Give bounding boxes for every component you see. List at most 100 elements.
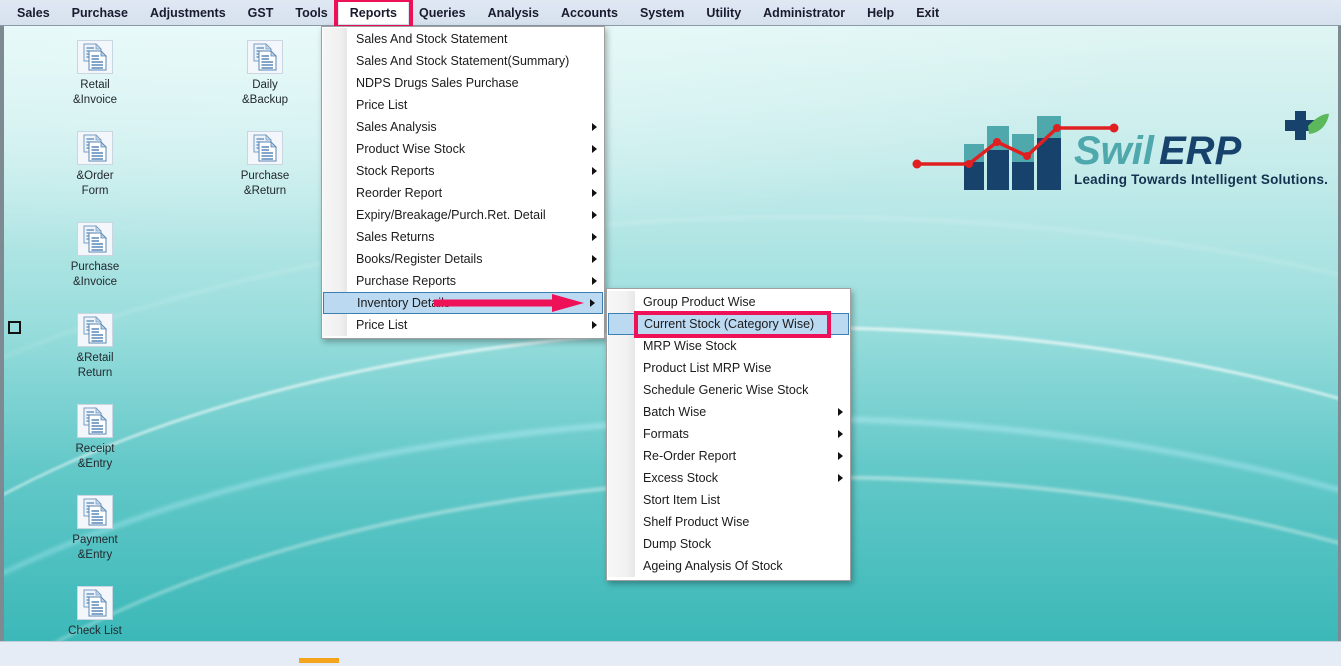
menubar-item-label: Adjustments xyxy=(149,5,226,20)
reports-menu-item-label: Inventory Details xyxy=(357,296,451,310)
inventory-submenu-item-formats[interactable]: Formats xyxy=(607,423,850,445)
inventory-submenu-item-label: Excess Stock xyxy=(643,471,719,485)
inventory-submenu-item-stort-item-list[interactable]: Stort Item List xyxy=(607,489,850,511)
chevron-right-icon xyxy=(592,277,597,285)
inventory-submenu-item-current-stock-category-wise[interactable]: Current Stock (Category Wise) xyxy=(608,311,849,338)
reports-menu-item-reorder-report[interactable]: Reorder Report xyxy=(322,182,604,204)
document-icon xyxy=(219,131,311,165)
inventory-submenu-item-mrp-wise-stock[interactable]: MRP Wise Stock xyxy=(607,335,850,357)
inventory-submenu-item-dump-stock[interactable]: Dump Stock xyxy=(607,533,850,555)
reports-menu-item-sales-analysis[interactable]: Sales Analysis xyxy=(322,116,604,138)
desktop-icon-order-form[interactable]: &Order Form xyxy=(49,131,141,199)
desktop-icon-label: Retail &Invoice xyxy=(72,79,118,106)
menubar-item-accounts[interactable]: Accounts xyxy=(550,2,629,24)
svg-text:Swil: Swil xyxy=(1074,129,1155,173)
reports-menu-item-label: Purchase Reports xyxy=(356,274,457,288)
inventory-submenu-item-re-order-report[interactable]: Re-Order Report xyxy=(607,445,850,467)
reports-menu-item-expiry-breakage-purch-ret-detail[interactable]: Expiry/Breakage/Purch.Ret. Detail xyxy=(322,204,604,226)
desktop-icon-label: &Order Form xyxy=(76,170,114,197)
reports-menu-item-price-list[interactable]: Price List xyxy=(322,94,604,116)
reports-menu-item-product-wise-stock[interactable]: Product Wise Stock xyxy=(322,138,604,160)
svg-text:ERP: ERP xyxy=(1159,129,1242,173)
reports-menu-item-sales-and-stock-statement-summary[interactable]: Sales And Stock Statement(Summary) xyxy=(322,50,604,72)
reports-menu-item-label: Price List xyxy=(356,98,408,112)
desktop-icon-check-list[interactable]: Check List xyxy=(49,586,141,639)
reports-menu-item-label: Sales And Stock Statement(Summary) xyxy=(356,54,570,68)
inventory-submenu-item-label: Re-Order Report xyxy=(643,449,737,463)
menubar-item-sales[interactable]: Sales xyxy=(6,2,61,24)
menubar-item-label: GST xyxy=(247,5,274,20)
reports-menu-item-label: Expiry/Breakage/Purch.Ret. Detail xyxy=(356,208,546,222)
document-icon xyxy=(49,40,141,74)
panel-collapse-handle[interactable] xyxy=(8,321,21,334)
menubar-item-analysis[interactable]: Analysis xyxy=(477,2,550,24)
reports-menu-item-sales-returns[interactable]: Sales Returns xyxy=(322,226,604,248)
menubar-item-label: Help xyxy=(867,5,895,20)
chevron-right-icon xyxy=(838,430,843,438)
reports-menu-item-purchase-reports[interactable]: Purchase Reports xyxy=(322,270,604,292)
desktop-icon-daily-backup[interactable]: Daily &Backup xyxy=(219,40,311,108)
menubar-item-gst[interactable]: GST xyxy=(237,2,285,24)
chevron-right-icon xyxy=(592,189,597,197)
reports-menu-item-label: Price List xyxy=(356,318,408,332)
desktop-icon-retail-return[interactable]: &Retail Return xyxy=(49,313,141,381)
inventory-submenu-item-label: MRP Wise Stock xyxy=(643,339,737,353)
desktop-icon-purchase-invoice[interactable]: Purchase &Invoice xyxy=(49,222,141,290)
desktop-icon-receipt-entry[interactable]: Receipt &Entry xyxy=(49,404,141,472)
main-menu-bar: Sales Purchase Adjustments GST Tools Reports Q… xyxy=(0,0,1341,29)
reports-menu-item-price-list[interactable]: Price List xyxy=(322,314,604,336)
reports-menu-item-sales-and-stock-statement[interactable]: Sales And Stock Statement xyxy=(322,28,604,50)
menubar-item-tools[interactable]: Tools xyxy=(284,2,338,24)
reports-menu-item-inventory-details[interactable]: Inventory Details xyxy=(323,292,603,314)
menubar-item-purchase[interactable]: Purchase xyxy=(61,2,139,24)
inventory-submenu-item-group-product-wise[interactable]: Group Product Wise xyxy=(607,291,850,313)
inventory-submenu-item-ageing-analysis-of-stock[interactable]: Ageing Analysis Of Stock xyxy=(607,555,850,577)
chevron-right-icon xyxy=(592,145,597,153)
menubar-item-adjustments[interactable]: Adjustments xyxy=(139,2,237,24)
swilerp-logo: Swil ERP Leading Towards Intelligent Sol… xyxy=(909,104,1329,204)
inventory-submenu-item-label: Ageing Analysis Of Stock xyxy=(643,559,783,573)
desktop-icon-payment-entry[interactable]: Payment &Entry xyxy=(49,495,141,563)
desktop-icon-label: Purchase &Return xyxy=(240,170,290,197)
menubar-item-label: Reports xyxy=(349,5,397,20)
inventory-submenu-item-batch-wise[interactable]: Batch Wise xyxy=(607,401,850,423)
reports-menu-item-label: Stock Reports xyxy=(356,164,435,178)
menubar-item-label: Tools xyxy=(295,5,328,20)
inventory-submenu-item-excess-stock[interactable]: Excess Stock xyxy=(607,467,850,489)
desktop-icon-purchase-return[interactable]: Purchase &Return xyxy=(219,131,311,199)
inventory-submenu-item-label: Shelf Product Wise xyxy=(643,515,750,529)
desktop-icon-label: Daily &Backup xyxy=(241,79,289,106)
inventory-submenu-item-label: Current Stock (Category Wise) xyxy=(644,317,815,331)
desktop-icon-retail-invoice[interactable]: Retail &Invoice xyxy=(49,40,141,108)
reports-menu-item-ndps-drugs-sales-purchase[interactable]: NDPS Drugs Sales Purchase xyxy=(322,72,604,94)
menubar-item-administrator[interactable]: Administrator xyxy=(752,2,856,24)
inventory-submenu-item-schedule-generic-wise-stock[interactable]: Schedule Generic Wise Stock xyxy=(607,379,850,401)
inventory-submenu-item-product-list-mrp-wise[interactable]: Product List MRP Wise xyxy=(607,357,850,379)
svg-text:Leading Towards Intelligent So: Leading Towards Intelligent Solutions. xyxy=(1074,172,1328,187)
menubar-item-label: Analysis xyxy=(487,5,539,20)
inventory-submenu-item-label: Group Product Wise xyxy=(643,295,756,309)
inventory-submenu-item-label: Product List MRP Wise xyxy=(643,361,772,375)
menubar-item-queries[interactable]: Queries xyxy=(408,2,477,24)
menubar-item-reports[interactable]: Reports xyxy=(333,0,413,29)
menubar-item-system[interactable]: System xyxy=(629,2,695,24)
chevron-right-icon xyxy=(592,123,597,131)
menubar-item-exit[interactable]: Exit xyxy=(905,2,950,24)
desktop-icon-label: &Retail Return xyxy=(76,352,114,379)
menubar-item-help[interactable]: Help xyxy=(856,2,905,24)
inventory-submenu-item-shelf-product-wise[interactable]: Shelf Product Wise xyxy=(607,511,850,533)
menubar-item-utility[interactable]: Utility xyxy=(695,2,752,24)
menubar-item-label: System xyxy=(639,5,685,20)
inventory-submenu-item-label: Stort Item List xyxy=(643,493,721,507)
taskbar-active-item[interactable] xyxy=(299,658,339,663)
reports-menu-item-stock-reports[interactable]: Stock Reports xyxy=(322,160,604,182)
inventory-submenu-item-label: Formats xyxy=(643,427,689,441)
chevron-right-icon xyxy=(592,167,597,175)
chevron-right-icon xyxy=(592,233,597,241)
reports-menu-item-label: Reorder Report xyxy=(356,186,443,200)
desktop-icon-label: Purchase &Invoice xyxy=(70,261,120,288)
inventory-details-pointer-arrow xyxy=(434,294,584,312)
document-icon xyxy=(49,222,141,256)
chevron-right-icon xyxy=(838,474,843,482)
reports-menu-item-books-register-details[interactable]: Books/Register Details xyxy=(322,248,604,270)
